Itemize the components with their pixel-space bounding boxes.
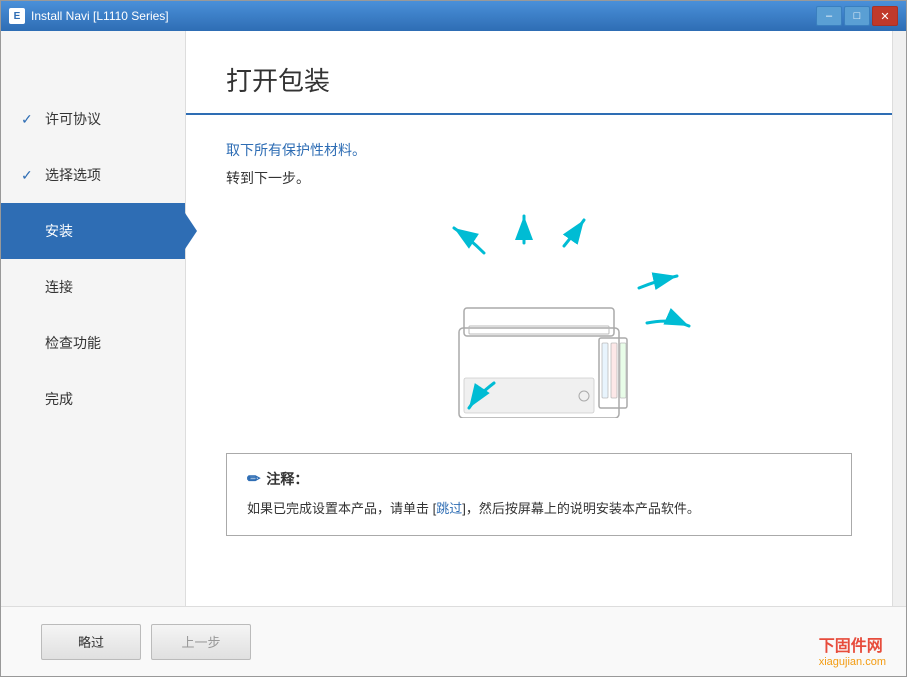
sidebar-label-license: 许可协议 (45, 109, 101, 129)
main-window: E Install Navi [L1110 Series] – □ ✕ ✓ 许可… (0, 0, 907, 677)
sidebar-label-install: 安装 (45, 221, 73, 241)
check-icon: ✓ (21, 111, 37, 128)
main-body: 取下所有保护性材料。 转到下一步。 (186, 115, 892, 606)
check-icon-2: ✓ (21, 167, 37, 184)
titlebar: E Install Navi [L1110 Series] – □ ✕ (1, 1, 906, 31)
sidebar-label-options: 选择选项 (45, 165, 101, 185)
printer-illustration (226, 208, 852, 428)
titlebar-left: E Install Navi [L1110 Series] (9, 8, 169, 24)
sidebar-item-check[interactable]: 检查功能 (1, 315, 185, 371)
sidebar-item-install[interactable]: 安装 (1, 203, 185, 259)
sidebar-label-complete: 完成 (45, 389, 73, 409)
sidebar-label-connect: 连接 (45, 277, 73, 297)
instruction-1: 取下所有保护性材料。 (226, 140, 852, 160)
main-header: 打开包装 (186, 31, 892, 115)
sidebar-item-connect[interactable]: 连接 (1, 259, 185, 315)
minimize-button[interactable]: – (816, 6, 842, 26)
watermark-line1: 下固件网 (819, 632, 886, 656)
prev-button[interactable]: 上一步 (151, 624, 251, 660)
window-title: Install Navi [L1110 Series] (31, 9, 169, 23)
sidebar-label-check: 检查功能 (45, 333, 101, 353)
sidebar: ✓ 许可协议 ✓ 选择选项 安装 连接 检查功能 完成 (1, 31, 186, 606)
skip-button[interactable]: 略过 (41, 624, 141, 660)
note-box: ✏ 注释： 如果已完成设置本产品，请单击 [跳过]，然后按屏幕上的说明安装本产品… (226, 453, 852, 536)
watermark-line2: xiagujian.com (819, 656, 886, 668)
printer-svg (329, 208, 749, 418)
note-icon: ✏ (247, 469, 260, 489)
sidebar-item-license[interactable]: ✓ 许可协议 (1, 91, 185, 147)
watermark: 下固件网 xiagujian.com (819, 632, 886, 668)
app-icon: E (9, 8, 25, 24)
note-text: 如果已完成设置本产品，请单击 [跳过]，然后按屏幕上的说明安装本产品软件。 (247, 499, 831, 520)
content-area: ✓ 许可协议 ✓ 选择选项 安装 连接 检查功能 完成 (1, 31, 906, 606)
sidebar-item-complete[interactable]: 完成 (1, 371, 185, 427)
scrollbar[interactable] (892, 31, 906, 606)
close-button[interactable]: ✕ (872, 6, 898, 26)
maximize-button[interactable]: □ (844, 6, 870, 26)
note-title: ✏ 注释： (247, 469, 831, 489)
instruction-2: 转到下一步。 (226, 168, 852, 188)
footer: 略过 上一步 下固件网 xiagujian.com (1, 606, 906, 676)
titlebar-buttons: – □ ✕ (816, 6, 898, 26)
page-title: 打开包装 (226, 61, 852, 98)
sidebar-item-options[interactable]: ✓ 选择选项 (1, 147, 185, 203)
main-content: 打开包装 取下所有保护性材料。 转到下一步。 (186, 31, 892, 606)
